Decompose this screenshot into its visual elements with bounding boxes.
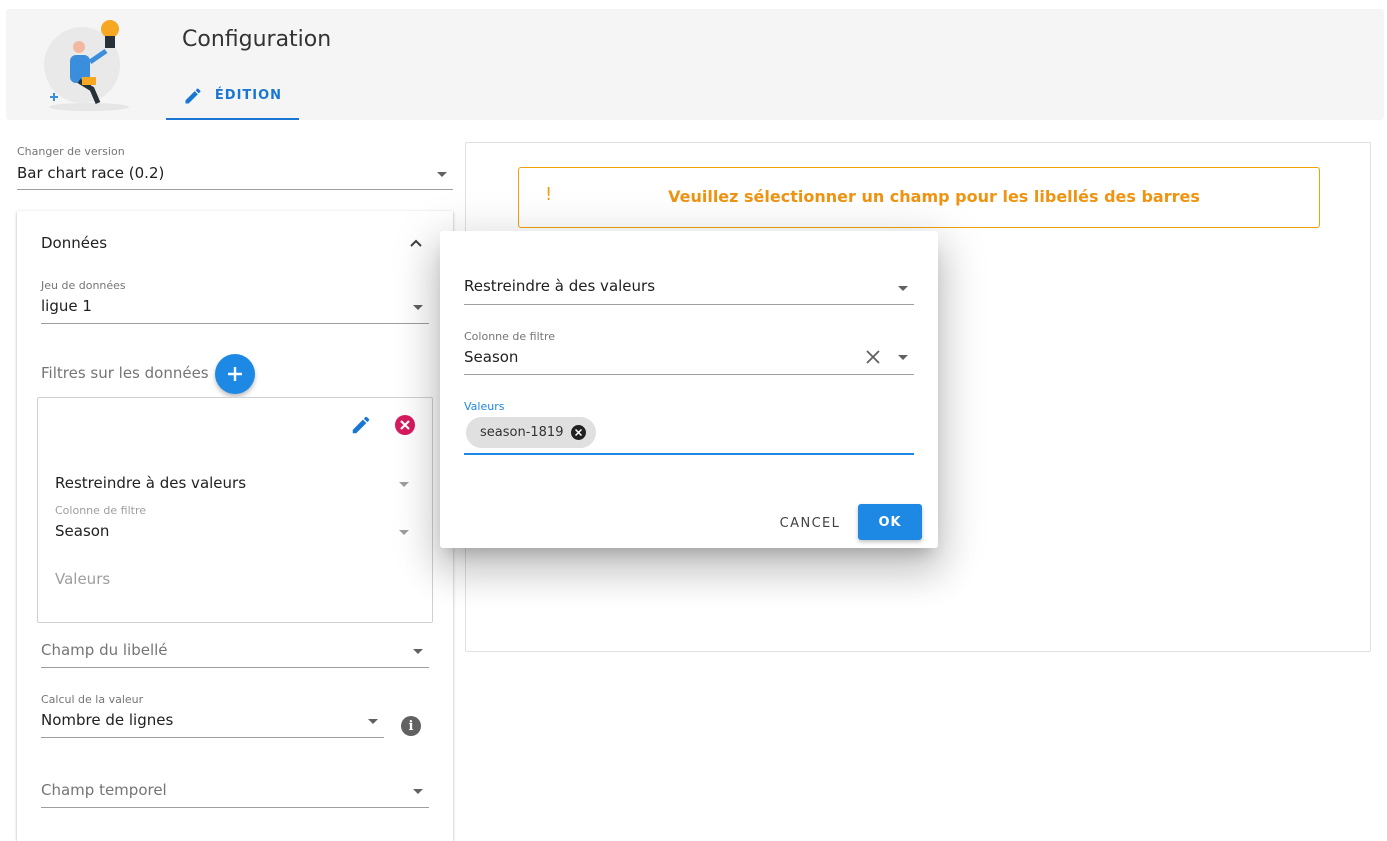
filter-column-select[interactable]: Colonne de filtre Season — [55, 504, 415, 544]
label-field-select[interactable]: Champ du libellé — [41, 631, 429, 668]
dialog-type-value: Restreindre à des valeurs — [464, 277, 656, 295]
filter-column-value: Season — [55, 522, 110, 540]
add-icon — [228, 367, 242, 381]
delete-circle-icon[interactable] — [394, 414, 416, 436]
pencil-icon — [185, 87, 201, 103]
chip-remove-icon[interactable] — [571, 425, 587, 440]
page-title: Configuration — [182, 27, 332, 52]
clear-icon[interactable] — [866, 350, 880, 364]
dataset-select-label: Jeu de données — [41, 279, 126, 292]
dropdown-caret-icon — [413, 649, 423, 654]
app-header: Configuration ÉDITION — [6, 9, 1384, 120]
dropdown-caret-icon — [368, 719, 378, 724]
dataset-select-value: ligue 1 — [41, 297, 92, 315]
ok-button[interactable]: OK — [858, 504, 922, 540]
dialog-column-value: Season — [464, 348, 519, 366]
data-panel-title: Données — [41, 234, 108, 252]
time-field-placeholder: Champ temporel — [41, 781, 167, 799]
filter-values-placeholder: Valeurs — [55, 570, 111, 588]
tab-edition[interactable]: ÉDITION — [166, 73, 299, 120]
version-select[interactable]: Changer de version Bar chart race (0.2) — [17, 145, 453, 190]
label-field-placeholder: Champ du libellé — [41, 641, 168, 659]
dialog-values-input[interactable]: season-1819 — [464, 409, 914, 455]
add-filter-button[interactable] — [215, 354, 255, 394]
dropdown-caret-icon — [898, 286, 908, 291]
cancel-button[interactable]: CANCEL — [773, 508, 847, 538]
header-illustration — [44, 20, 129, 111]
filter-card: Restreindre à des valeurs Colonne de fil… — [37, 397, 433, 623]
filter-dialog: Restreindre à des valeurs Colonne de fil… — [440, 231, 938, 548]
dropdown-caret-icon — [399, 530, 409, 535]
time-field-select[interactable]: Champ temporel — [41, 771, 429, 808]
filters-label: Filtres sur les données — [41, 364, 209, 382]
data-panel: Données Jeu de données ligue 1 Filtres s… — [17, 211, 453, 841]
dropdown-caret-icon — [898, 355, 908, 360]
dataset-select[interactable]: Jeu de données ligue 1 — [41, 279, 429, 324]
value-calc-label: Calcul de la valeur — [41, 693, 144, 706]
pencil-icon[interactable] — [350, 414, 372, 436]
dialog-column-select[interactable]: Colonne de filtre Season — [464, 330, 914, 375]
version-select-value: Bar chart race (0.2) — [17, 164, 165, 182]
chevron-up-icon[interactable] — [409, 236, 423, 250]
dropdown-caret-icon — [399, 482, 409, 487]
warning-alert: ! Veuillez sélectionner un champ pour le… — [518, 167, 1320, 228]
warning-message: Veuillez sélectionner un champ pour les … — [668, 187, 1200, 206]
info-icon[interactable]: i — [401, 716, 421, 736]
filter-type-value: Restreindre à des valeurs — [55, 474, 247, 492]
filter-type-select[interactable]: Restreindre à des valeurs — [55, 472, 415, 496]
dropdown-caret-icon — [413, 789, 423, 794]
dropdown-caret-icon — [413, 305, 423, 310]
value-calc-value: Nombre de lignes — [41, 711, 174, 729]
value-chip[interactable]: season-1819 — [466, 417, 597, 448]
dropdown-caret-icon — [437, 172, 447, 177]
version-select-label: Changer de version — [17, 145, 125, 158]
value-calc-select[interactable]: Calcul de la valeur Nombre de lignes — [41, 693, 384, 738]
tab-edition-label: ÉDITION — [214, 88, 283, 103]
filter-column-label: Colonne de filtre — [55, 504, 146, 517]
dialog-type-select[interactable]: Restreindre à des valeurs — [464, 275, 914, 305]
value-chip-label: season-1819 — [480, 425, 564, 440]
dialog-column-label: Colonne de filtre — [464, 330, 555, 343]
